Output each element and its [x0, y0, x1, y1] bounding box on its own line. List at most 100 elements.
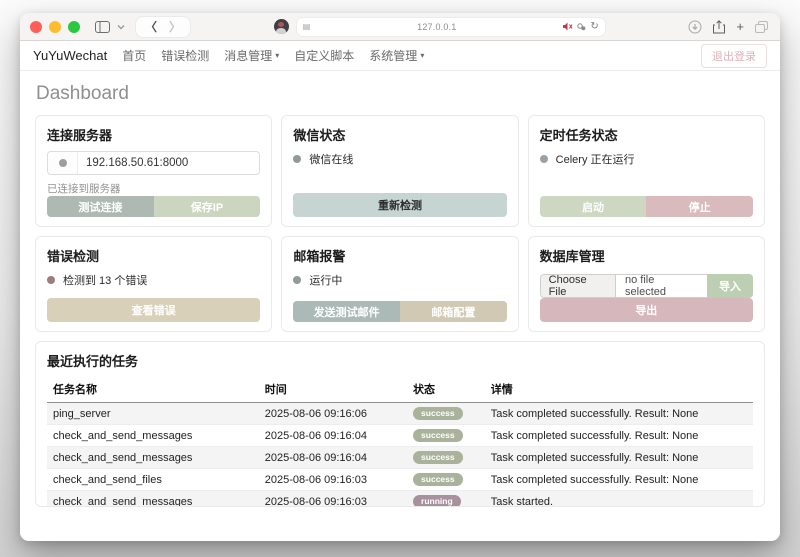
page-content: YuYuWechat 首页 错误检测 消息管理 ▾ 自定义脚本 系统管理 ▾ 退出登…: [20, 41, 780, 540]
task-name-cell: check_and_send_messages: [47, 490, 259, 506]
nav-item-error-detection[interactable]: 错误检测: [161, 47, 209, 64]
detail-cell: Task completed successfully. Result: Non…: [484, 446, 753, 469]
mute-audio-icon[interactable]: [563, 22, 573, 31]
table-row: ping_server 2025-08-06 09:16:06 success …: [47, 402, 753, 425]
card-wechat-status: 微信状态 微信在线 重新检测: [281, 115, 519, 227]
table-header-row: 任务名称 时间 状态 详情: [47, 377, 753, 403]
card-title: 定时任务状态: [539, 128, 618, 143]
card-title: 数据库管理: [539, 249, 605, 264]
time-cell: 2025-08-06 09:16:03: [258, 490, 408, 506]
site-navbar: YuYuWechat 首页 错误检测 消息管理 ▾ 自定义脚本 系统管理 ▾ 退出登…: [20, 41, 780, 71]
nav-item-message-management[interactable]: 消息管理 ▾: [224, 47, 279, 64]
detail-cell: Task completed successfully. Result: Non…: [484, 424, 753, 447]
nav-item-system-management[interactable]: 系统管理 ▾: [369, 47, 424, 64]
time-cell: 2025-08-06 09:16:04: [258, 446, 408, 469]
sidebar-toggle-icon[interactable]: [95, 20, 110, 33]
time-cell: 2025-08-06 09:16:04: [258, 424, 408, 447]
email-status-text: 运行中: [309, 275, 343, 287]
downloads-icon[interactable]: [688, 20, 702, 34]
export-database-button[interactable]: 导出: [539, 298, 753, 322]
new-tab-icon[interactable]: +: [736, 20, 744, 33]
status-badge: success: [413, 473, 463, 486]
server-status-dot: [58, 159, 67, 167]
browser-window: 〈 〉 ▤ 127.0.0.1 ↻ + YuYuWechat 首页 错误检测 消…: [20, 13, 780, 541]
minimize-window-button[interactable]: [49, 20, 61, 33]
zoom-window-button[interactable]: [68, 20, 80, 33]
nav-item-label: 错误检测: [161, 49, 210, 63]
extension-badge-icon[interactable]: [577, 22, 586, 31]
share-icon[interactable]: [713, 19, 726, 34]
view-errors-button[interactable]: 查看错误: [47, 298, 261, 322]
recheck-wechat-button[interactable]: 重新检测: [293, 193, 507, 217]
card-title: 邮箱报警: [293, 249, 346, 264]
file-input[interactable]: Choose File no file selected: [539, 274, 707, 298]
error-status-dot: [47, 276, 55, 284]
card-title: 错误检测: [47, 249, 100, 264]
task-name-cell: check_and_send_messages: [47, 424, 259, 447]
browser-toolbar: 〈 〉 ▤ 127.0.0.1 ↻ +: [20, 13, 780, 41]
celery-status-text: Celery 正在运行: [555, 154, 635, 166]
address-bar[interactable]: ▤ 127.0.0.1 ↻: [296, 17, 605, 36]
card-error-detection: 错误检测 检测到 13 个错误 查看错误: [35, 236, 273, 332]
test-connection-button[interactable]: 测试连接: [47, 196, 154, 217]
page-title: Dashboard: [36, 83, 129, 104]
nav-item-label: 系统管理: [369, 49, 418, 63]
time-cell: 2025-08-06 09:16:03: [258, 468, 408, 491]
choose-file-button[interactable]: Choose File: [540, 275, 617, 297]
card-email-alert: 邮箱报警 运行中 发送测试邮件 邮箱配置: [281, 236, 519, 332]
tab-overview-icon[interactable]: [755, 20, 768, 33]
table-row: check_and_send_messages 2025-08-06 09:16…: [47, 446, 753, 469]
page-settings-icon[interactable]: ▤: [303, 22, 311, 31]
task-name-cell: check_and_send_messages: [47, 446, 259, 469]
detail-cell: Task completed successfully. Result: Non…: [484, 402, 753, 425]
close-window-button[interactable]: [30, 20, 42, 33]
server-connection-status: 已连接到服务器: [47, 183, 121, 195]
card-connect-server: 连接服务器 已连接到服务器 测试连接 保存IP: [35, 115, 273, 227]
status-badge: running: [413, 495, 461, 506]
server-ip-input-group: [47, 151, 261, 175]
detail-cell: Task completed successfully. Result: Non…: [484, 468, 753, 491]
celery-status-dot: [539, 155, 548, 163]
recent-tasks-card: 最近执行的任务 任务名称 时间 状态 详情 ping_server 2025-0…: [35, 341, 765, 507]
caret-down-icon: ▾: [420, 51, 425, 60]
url-text[interactable]: 127.0.0.1: [310, 22, 563, 32]
status-badge: success: [413, 429, 463, 442]
caret-down-icon: ▾: [275, 51, 280, 60]
chevron-down-icon[interactable]: [117, 24, 125, 30]
nav-item-home[interactable]: 首页: [122, 47, 146, 64]
brand-logo[interactable]: YuYuWechat: [33, 48, 107, 63]
back-button[interactable]: 〈: [145, 21, 157, 33]
server-ip-input[interactable]: [78, 152, 260, 174]
stop-celery-button[interactable]: 停止: [646, 196, 753, 217]
table-row: check_and_send_messages 2025-08-06 09:16…: [47, 424, 753, 447]
send-test-email-button[interactable]: 发送测试邮件: [293, 301, 400, 322]
header-status: 状态: [407, 377, 485, 403]
table-row: check_and_send_messages 2025-08-06 09:16…: [47, 490, 753, 506]
card-title: 连接服务器: [47, 128, 113, 143]
header-task-name: 任务名称: [47, 377, 259, 403]
dashboard-cards: 连接服务器 已连接到服务器 测试连接 保存IP 微信状态 微信在线 重新检测: [35, 115, 765, 332]
header-detail: 详情: [484, 377, 753, 403]
start-celery-button[interactable]: 启动: [539, 196, 647, 217]
card-database-management: 数据库管理 Choose File no file selected 导入 导出: [527, 236, 765, 332]
no-file-selected-text: no file selected: [625, 274, 666, 298]
server-status-addon: [48, 152, 78, 174]
task-name-cell: check_and_send_files: [47, 468, 259, 491]
nav-item-label: 消息管理: [224, 49, 273, 63]
card-scheduled-task-status: 定时任务状态 Celery 正在运行 启动 停止: [527, 115, 765, 227]
error-status-text: 检测到 13 个错误: [63, 275, 148, 287]
task-name-cell: ping_server: [47, 402, 259, 425]
reload-icon[interactable]: ↻: [590, 21, 598, 32]
nav-item-custom-script[interactable]: 自定义脚本: [294, 47, 354, 64]
profile-avatar[interactable]: [273, 19, 289, 34]
logout-button[interactable]: 退出登录: [701, 43, 767, 68]
history-nav-group: 〈 〉: [136, 16, 191, 37]
wechat-status-text: 微信在线: [309, 154, 354, 166]
nav-item-label: 自定义脚本: [294, 49, 355, 63]
detail-cell: Task started.: [484, 490, 753, 506]
save-ip-button[interactable]: 保存IP: [153, 196, 261, 217]
status-badge: success: [413, 407, 463, 420]
forward-button[interactable]: 〉: [169, 21, 181, 33]
import-database-button[interactable]: 导入: [706, 274, 753, 298]
email-config-button[interactable]: 邮箱配置: [400, 301, 507, 322]
